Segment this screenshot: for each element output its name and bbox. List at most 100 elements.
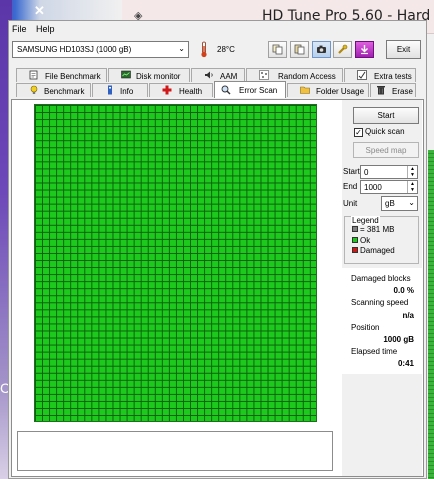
download-button[interactable] xyxy=(355,41,374,58)
start-button[interactable]: Start xyxy=(353,107,419,124)
chevron-down-icon: ⌄ xyxy=(178,44,185,53)
unit-select-value: gB xyxy=(385,199,395,208)
tab-label: Error Scan xyxy=(239,86,278,95)
legend-title: Legend xyxy=(351,216,380,225)
checkmark-icon: ✓ xyxy=(354,128,363,137)
tab-folder-usage[interactable]: Folder Usage xyxy=(287,83,369,97)
copy-screenshot-button[interactable] xyxy=(290,41,309,58)
magnifier-icon xyxy=(221,85,231,95)
download-arrow-icon xyxy=(361,45,368,55)
tab-label: Erase xyxy=(392,87,413,96)
tab-label: Extra tests xyxy=(374,72,412,81)
tab-label: Random Access xyxy=(278,72,336,81)
end-row: End 1000 ▲ ▼ xyxy=(343,180,418,194)
end-input[interactable]: 1000 ▲ ▼ xyxy=(360,180,418,194)
tab-label: File Benchmark xyxy=(45,72,101,81)
legend-damaged-text: Damaged xyxy=(360,246,395,255)
legend-damaged: Damaged xyxy=(352,246,395,255)
legend: Legend = 381 MB Ok Damaged xyxy=(344,216,419,264)
legend-green-swatch xyxy=(352,237,358,243)
temperature-label: 28°C xyxy=(217,45,235,54)
block-map xyxy=(34,104,317,422)
damaged-blocks-label: Damaged blocks xyxy=(351,274,411,283)
elapsed-time-label: Elapsed time xyxy=(351,347,398,356)
disk-monitor-icon xyxy=(121,70,131,79)
tab-label: Benchmark xyxy=(44,87,85,96)
chevron-down-icon: ⌄ xyxy=(408,198,415,207)
random-access-icon xyxy=(259,70,269,80)
health-cross-icon xyxy=(162,85,172,95)
tab-label: Info xyxy=(120,87,134,96)
tab-label: Folder Usage xyxy=(316,87,365,96)
tab-error-scan[interactable]: Error Scan xyxy=(214,81,286,98)
legend-block-size-text: = 381 MB xyxy=(360,225,395,234)
drive-select[interactable]: SAMSUNG HD103SJ (1000 gB) ⌄ xyxy=(12,41,189,58)
start-field-label: Start xyxy=(343,167,360,176)
extra-tests-icon xyxy=(357,70,367,80)
start-input-value: 0 xyxy=(364,168,369,177)
tab-aam[interactable]: AAM xyxy=(191,68,245,82)
speaker-icon xyxy=(205,71,213,79)
tab-label: Health xyxy=(179,87,203,96)
scan-statistics: Damaged blocks 0.0 % Scanning speed n/a … xyxy=(342,268,422,374)
legend-ok-text: Ok xyxy=(360,236,371,245)
legend-ok: Ok xyxy=(352,236,370,245)
error-scan-panel: Start ✓ Quick scan Speed map Start 0 ▲ ▼ E… xyxy=(11,99,424,477)
tab-erase[interactable]: Erase xyxy=(370,83,416,97)
tab-strip: File Benchmark Disk monitor AAM Random A… xyxy=(9,68,426,100)
toolbar: SAMSUNG HD103SJ (1000 gB) ⌄ 28°C Exit xyxy=(9,37,426,65)
end-input-value: 1000 xyxy=(364,183,382,192)
hdtune-window: File Help SAMSUNG HD103SJ (1000 gB) ⌄ 28… xyxy=(8,20,427,479)
camera-icon xyxy=(317,45,326,53)
tab-label: Disk monitor xyxy=(136,72,181,81)
damaged-blocks-value: 0.0 % xyxy=(393,286,414,295)
options-button[interactable] xyxy=(333,41,352,58)
scan-log-box[interactable] xyxy=(17,431,333,471)
tab-extra-tests[interactable]: Extra tests xyxy=(344,68,416,82)
background-close-icon: ✕ xyxy=(34,3,45,18)
elapsed-time-value: 0:41 xyxy=(397,359,414,368)
legend-red-swatch xyxy=(352,247,358,253)
copy-text-button[interactable] xyxy=(268,41,287,58)
clipboard-icon xyxy=(294,44,305,55)
trash-icon xyxy=(377,86,385,95)
position-label: Position xyxy=(351,323,380,332)
tab-disk-monitor[interactable]: Disk monitor xyxy=(108,68,190,82)
tab-random-access[interactable]: Random Access xyxy=(246,68,343,82)
quick-scan-label: Quick scan xyxy=(365,127,405,136)
menu-help[interactable]: Help xyxy=(36,24,55,34)
start-row: Start 0 ▲ ▼ xyxy=(343,165,418,179)
info-icon xyxy=(108,85,112,95)
tab-health[interactable]: Health xyxy=(149,83,213,97)
scan-controls: Start ✓ Quick scan Speed map Start 0 ▲ ▼ E… xyxy=(342,100,422,476)
tab-info[interactable]: Info xyxy=(92,83,148,97)
speed-map-button: Speed map xyxy=(353,142,419,158)
lightbulb-icon xyxy=(30,85,38,94)
folder-icon xyxy=(300,86,310,94)
legend-block-size: = 381 MB xyxy=(352,225,394,234)
unit-select[interactable]: gB ⌄ xyxy=(381,196,418,211)
menu-file[interactable]: File xyxy=(12,24,27,34)
save-screenshot-button[interactable] xyxy=(312,41,331,58)
start-input[interactable]: 0 ▲ ▼ xyxy=(360,165,418,179)
scanning-speed-value: n/a xyxy=(402,311,414,320)
quick-scan-checkbox[interactable]: ✓ Quick scan xyxy=(354,127,405,137)
scanning-speed-label: Scanning speed xyxy=(351,298,409,307)
exit-button[interactable]: Exit xyxy=(386,40,421,59)
spin-arrows-icon[interactable]: ▲ ▼ xyxy=(407,181,417,193)
spin-arrows-icon[interactable]: ▲ ▼ xyxy=(407,166,417,178)
tab-benchmark[interactable]: Benchmark xyxy=(16,83,91,97)
drive-select-value: SAMSUNG HD103SJ (1000 gB) xyxy=(17,45,132,54)
legend-grey-swatch xyxy=(352,226,358,232)
background-green-strip xyxy=(428,150,434,479)
menu-bar: File Help xyxy=(9,21,426,37)
file-benchmark-icon xyxy=(29,70,38,80)
tab-file-benchmark[interactable]: File Benchmark xyxy=(16,68,107,82)
unit-label: Unit xyxy=(343,199,358,208)
tab-label: AAM xyxy=(220,72,238,81)
end-field-label: End xyxy=(343,182,358,191)
position-value: 1000 gB xyxy=(383,335,414,344)
wrench-icon xyxy=(338,44,348,54)
thermometer-icon xyxy=(201,41,207,58)
block-map-grid xyxy=(35,105,316,421)
